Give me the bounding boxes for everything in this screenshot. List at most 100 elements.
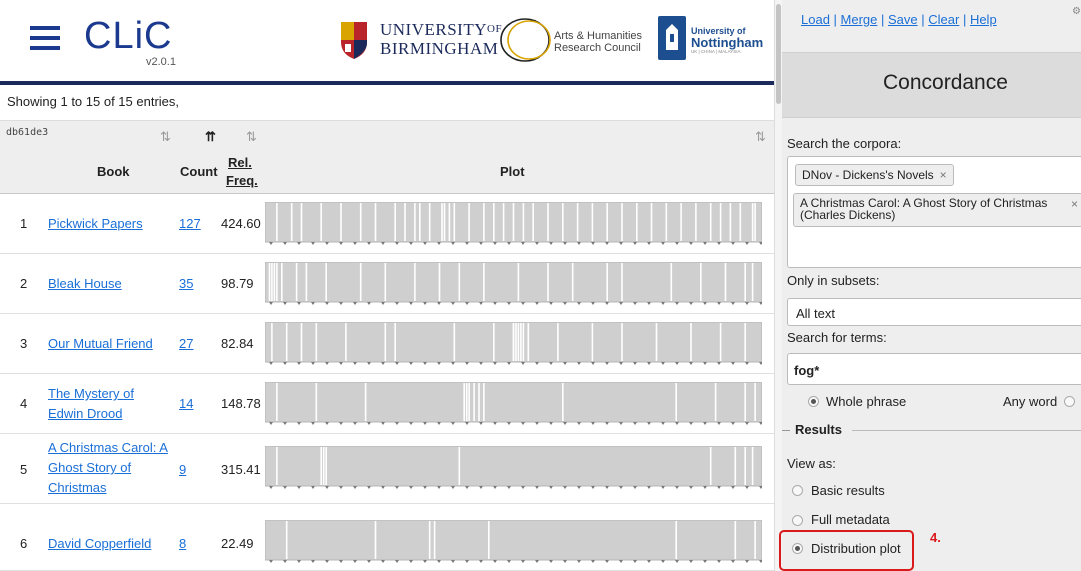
distribution-plot[interactable] — [265, 382, 762, 426]
chapter-marker — [605, 560, 609, 563]
clic-logo[interactable]: CLiC v2.0.1 — [30, 10, 190, 70]
chapter-marker — [325, 560, 329, 563]
chapter-marker — [339, 422, 343, 425]
plot-background — [265, 520, 762, 561]
distribution-plot[interactable] — [265, 202, 762, 246]
distribution-plot[interactable] — [265, 446, 762, 490]
chapter-marker — [577, 362, 581, 365]
corpora-select[interactable]: DNov - Dickens's Novels × A Christmas Car… — [787, 156, 1081, 268]
chapter-marker — [367, 560, 371, 563]
whole-phrase-label: Whole phrase — [826, 394, 907, 409]
corpus-chip[interactable]: DNov - Dickens's Novels × — [795, 164, 954, 186]
chapter-marker — [339, 486, 343, 489]
chapter-marker — [367, 486, 371, 489]
basic-results-radio[interactable] — [792, 485, 803, 496]
app-name: CLiC — [84, 15, 173, 57]
book-link[interactable]: David Copperfield — [48, 534, 172, 554]
clear-link[interactable]: Clear — [928, 12, 959, 27]
full-metadata-radio[interactable] — [792, 515, 803, 526]
subsets-select[interactable]: All text — [787, 298, 1081, 326]
chapter-marker — [759, 302, 762, 305]
chapter-marker — [521, 422, 525, 425]
subsets-label: Only in subsets: — [787, 273, 880, 288]
sort-count-icon[interactable]: ⇈ — [205, 129, 216, 145]
full-metadata-label: Full metadata — [811, 512, 890, 527]
remove-chip-icon[interactable]: × — [940, 168, 947, 182]
chapter-marker — [367, 362, 371, 365]
chapter-marker — [493, 302, 497, 305]
save-link[interactable]: Save — [888, 12, 918, 27]
row-number: 3 — [20, 336, 28, 351]
sort-book-icon[interactable]: ⇅ — [160, 129, 171, 145]
book-link[interactable]: A Christmas Carol: A Ghost Story of Chri… — [48, 438, 172, 498]
chapter-marker — [311, 362, 315, 365]
count-link[interactable]: 35 — [179, 276, 193, 291]
chapter-marker — [311, 486, 315, 489]
chapter-marker — [549, 486, 553, 489]
chapter-marker — [731, 560, 735, 563]
chapter-marker — [465, 422, 469, 425]
chapter-marker — [689, 362, 693, 365]
chapter-marker — [759, 486, 762, 489]
help-link[interactable]: Help — [970, 12, 997, 27]
chapter-marker — [507, 560, 511, 563]
scrollbar-thumb[interactable] — [776, 4, 781, 104]
chapter-marker — [367, 242, 371, 245]
chapter-marker — [339, 560, 343, 563]
row-number: 6 — [20, 536, 28, 551]
chapter-marker — [381, 560, 385, 563]
chapter-marker — [451, 362, 455, 365]
chapter-marker — [493, 486, 497, 489]
chapter-marker — [535, 242, 539, 245]
basic-results-label: Basic results — [811, 483, 885, 498]
search-terms-input[interactable]: fog* — [787, 353, 1081, 385]
chapter-marker — [507, 362, 511, 365]
count-link[interactable]: 9 — [179, 462, 186, 477]
chapter-marker — [619, 560, 623, 563]
column-rel-freq-1[interactable]: Rel. — [228, 155, 252, 170]
chapter-marker — [689, 422, 693, 425]
count-link[interactable]: 127 — [179, 216, 201, 231]
count-link[interactable]: 27 — [179, 336, 193, 351]
any-word-radio[interactable] — [1064, 396, 1075, 407]
chapter-marker — [647, 560, 651, 563]
chapter-marker — [521, 362, 525, 365]
chapter-marker — [661, 302, 665, 305]
chapter-marker — [647, 362, 651, 365]
chapter-marker — [661, 422, 665, 425]
chapter-marker — [549, 422, 553, 425]
chapter-marker — [395, 422, 399, 425]
remove-chip-icon[interactable]: × — [1071, 198, 1078, 210]
book-link[interactable]: Our Mutual Friend — [48, 334, 172, 354]
whole-phrase-radio[interactable] — [808, 396, 819, 407]
book-link[interactable]: Pickwick Papers — [48, 214, 172, 234]
chapter-marker — [311, 302, 315, 305]
chapter-marker — [549, 560, 553, 563]
sort-plot-icon[interactable]: ⇅ — [755, 129, 766, 145]
count-link[interactable]: 14 — [179, 396, 193, 411]
distribution-plot[interactable] — [265, 262, 762, 306]
book-link[interactable]: Bleak House — [48, 274, 172, 294]
birmingham-wordmark: UNIVERSITYOF BIRMINGHAM — [380, 20, 502, 58]
chapter-marker — [717, 560, 721, 563]
corpus-chip[interactable]: A Christmas Carol: A Ghost Story of Chri… — [793, 193, 1081, 227]
main-scrollbar[interactable] — [774, 0, 782, 571]
chapter-marker — [591, 362, 595, 365]
count-link[interactable]: 8 — [179, 536, 186, 551]
column-rel-freq-2[interactable]: Freq. — [226, 173, 258, 188]
chapter-marker — [409, 560, 413, 563]
column-count[interactable]: Count — [180, 164, 218, 179]
chapter-marker — [423, 362, 427, 365]
settings-icon[interactable]: ⚙ — [1072, 6, 1081, 17]
book-link[interactable]: The Mystery of Edwin Drood — [48, 384, 172, 424]
chapter-marker — [493, 242, 497, 245]
chapter-marker — [563, 560, 567, 563]
load-link[interactable]: Load — [801, 12, 830, 27]
distribution-plot[interactable] — [265, 520, 762, 564]
column-plot[interactable]: Plot — [500, 164, 525, 179]
column-book[interactable]: Book — [97, 164, 130, 179]
distribution-plot[interactable] — [265, 322, 762, 366]
sort-freq-icon[interactable]: ⇅ — [246, 129, 257, 145]
chapter-marker — [395, 302, 399, 305]
merge-link[interactable]: Merge — [841, 12, 878, 27]
